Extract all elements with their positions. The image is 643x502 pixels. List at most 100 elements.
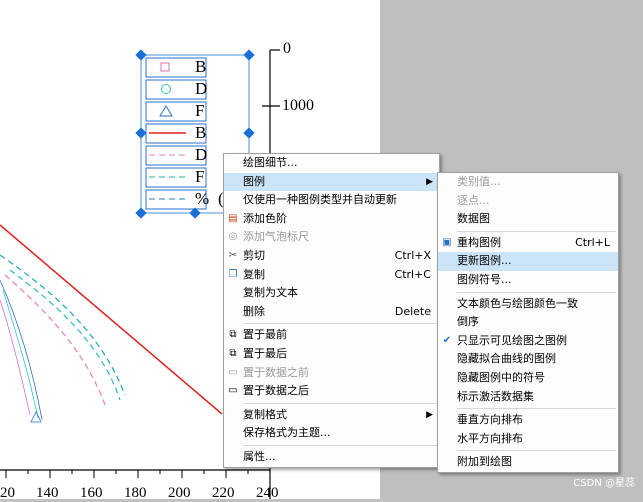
- legend-label: D: [195, 79, 208, 98]
- x-tick-label: 20: [0, 485, 15, 501]
- legend-label: B: [195, 123, 207, 142]
- check-icon: ✔: [442, 334, 452, 346]
- copy-icon: ❐: [228, 268, 238, 280]
- bring-front-icon: ⧉: [229, 329, 237, 341]
- y-tick-label-0: 0: [283, 40, 291, 57]
- menu-item[interactable]: 更新图例...: [438, 252, 618, 271]
- menu-item-label: 类别值...: [457, 175, 501, 188]
- color-scale-icon: ▤: [228, 212, 238, 224]
- red-series-line: [0, 224, 223, 415]
- menu-item-label: 复制格式: [243, 407, 287, 421]
- legend-label: F: [195, 167, 205, 186]
- menu-item[interactable]: 倒序: [438, 313, 618, 332]
- menu-item-label: 复制: [243, 267, 265, 281]
- menu-item[interactable]: 复制格式 ▶: [224, 406, 439, 425]
- menu-item[interactable]: 图例符号...: [438, 271, 618, 290]
- send-back-icon: ⧉: [229, 347, 237, 359]
- menu-item[interactable]: 图例 ▶: [224, 172, 439, 192]
- menu-item[interactable]: ⧉ 置于最后: [224, 345, 439, 364]
- bubble-scale-icon: ◎: [228, 231, 238, 243]
- menu-item[interactable]: ✔ 只显示可见绘图之图例: [438, 332, 618, 351]
- menu-item[interactable]: 属性...: [224, 448, 439, 467]
- menu-separator: [457, 450, 616, 452]
- menu-item[interactable]: ❐ 复制 Ctrl+C: [224, 266, 439, 285]
- menu-item-label: 只显示可见绘图之图例: [457, 333, 567, 347]
- menu-item-label: 标示激活数据集: [457, 389, 534, 403]
- menu-item[interactable]: 保存格式为主题...: [224, 424, 439, 443]
- menu-item[interactable]: 垂直方向排布: [438, 411, 618, 430]
- menu-item-label: 添加色阶: [243, 211, 287, 225]
- menu-item-label: 水平方向排布: [457, 431, 523, 445]
- shortcut-label: Ctrl+C: [394, 267, 431, 281]
- x-tick-label: 180: [124, 485, 147, 501]
- menu-separator: [243, 444, 437, 446]
- context-menu: 绘图细节... 图例 ▶ 仅使用一种图例类型并自动更新 ▤ 添加色阶 ◎ 添加气泡标尺 ✂ 剪切 C…: [223, 153, 440, 468]
- menu-item[interactable]: 附加到绘图: [438, 453, 618, 472]
- menu-item-label: 删除: [243, 304, 265, 318]
- cut-icon: ✂: [228, 249, 238, 261]
- menu-item[interactable]: 仅使用一种图例类型并自动更新: [224, 191, 439, 210]
- menu-item[interactable]: 水平方向排布: [438, 430, 618, 449]
- menu-item[interactable]: ⧉ 置于最前: [224, 326, 439, 345]
- menu-item[interactable]: 数据图: [438, 210, 618, 229]
- menu-separator: [243, 323, 437, 325]
- menu-item-label: 绘图细节...: [243, 156, 298, 169]
- y-tick-label-1000: 1000: [282, 97, 314, 114]
- menu-item[interactable]: 隐藏图例中的符号: [438, 369, 618, 388]
- after-data-icon: ▭: [228, 385, 238, 397]
- menu-item-label: 文本颜色与绘图颜色一致: [457, 296, 578, 310]
- legend-icon: ▣: [442, 236, 452, 248]
- menu-item[interactable]: ✂ 剪切 Ctrl+X: [224, 247, 439, 266]
- before-data-icon: ▭: [228, 366, 238, 378]
- x-tick-label: 220: [212, 485, 235, 501]
- menu-item: 逐点...: [438, 192, 618, 211]
- menu-item-label: 复制为文本: [243, 286, 298, 300]
- menu-item-label: 隐藏图例中的符号: [457, 370, 545, 384]
- menu-item-label: 数据图: [457, 212, 490, 226]
- menu-separator: [457, 408, 616, 410]
- menu-item-label: 倒序: [457, 315, 479, 329]
- menu-item-label: 附加到绘图: [457, 455, 512, 469]
- legend-label: F: [195, 101, 205, 120]
- legend-label: D: [195, 145, 208, 164]
- menu-item[interactable]: 隐藏拟合曲线的图例: [438, 350, 618, 369]
- menu-item[interactable]: ▣ 重构图例 Ctrl+L: [438, 234, 618, 253]
- menu-item: ◎ 添加气泡标尺: [224, 228, 439, 247]
- menu-separator: [243, 402, 437, 404]
- shortcut-label: Delete: [394, 304, 431, 318]
- menu-separator: [457, 291, 616, 293]
- menu-item-label: 隐藏拟合曲线的图例: [457, 352, 556, 366]
- menu-item-label: 保存格式为主题...: [243, 426, 331, 440]
- shortcut-label: Ctrl+X: [394, 248, 431, 262]
- menu-item[interactable]: 绘图细节...: [224, 154, 439, 173]
- menu-item-label: 置于数据之前: [243, 365, 309, 379]
- x-tick-label: 160: [80, 485, 103, 501]
- menu-item[interactable]: ▭ 置于数据之后: [224, 382, 439, 401]
- menu-item-label: 仅使用一种图例类型并自动更新: [243, 193, 397, 207]
- x-tick-label: 140: [36, 485, 59, 501]
- menu-item-label: 添加气泡标尺: [243, 230, 309, 244]
- legend-submenu: 类别值... 逐点... 数据图 ▣ 重构图例 Ctrl+L 更新图例... 图例符号... 文…: [437, 172, 619, 473]
- menu-item[interactable]: 复制为文本: [224, 284, 439, 303]
- menu-item[interactable]: 标示激活数据集: [438, 388, 618, 407]
- menu-item-label: 置于最前: [243, 328, 287, 342]
- legend-label: %: [195, 189, 210, 208]
- submenu-arrow-icon: ▶: [426, 409, 433, 420]
- menu-item-label: 垂直方向排布: [457, 413, 523, 427]
- legend-label: B: [195, 57, 207, 76]
- menu-item-label: 置于最后: [243, 346, 287, 360]
- menu-item-label: 图例: [243, 174, 265, 188]
- marker-series: [0, 279, 43, 423]
- menu-item[interactable]: 删除 Delete: [224, 303, 439, 322]
- shortcut-label: Ctrl+L: [575, 235, 610, 249]
- menu-item: ▭ 置于数据之前: [224, 364, 439, 383]
- watermark: CSDN @星蕊: [573, 478, 635, 489]
- menu-item-label: 逐点...: [457, 193, 490, 207]
- x-tick-label: 200: [168, 485, 191, 501]
- menu-item-label: 属性...: [243, 449, 276, 463]
- menu-item[interactable]: 文本颜色与绘图颜色一致: [438, 295, 618, 314]
- menu-item-label: 重构图例: [457, 235, 501, 249]
- menu-item-label: 图例符号...: [457, 272, 512, 286]
- menu-item[interactable]: ▤ 添加色阶: [224, 210, 439, 229]
- menu-item-label: 置于数据之后: [243, 384, 309, 398]
